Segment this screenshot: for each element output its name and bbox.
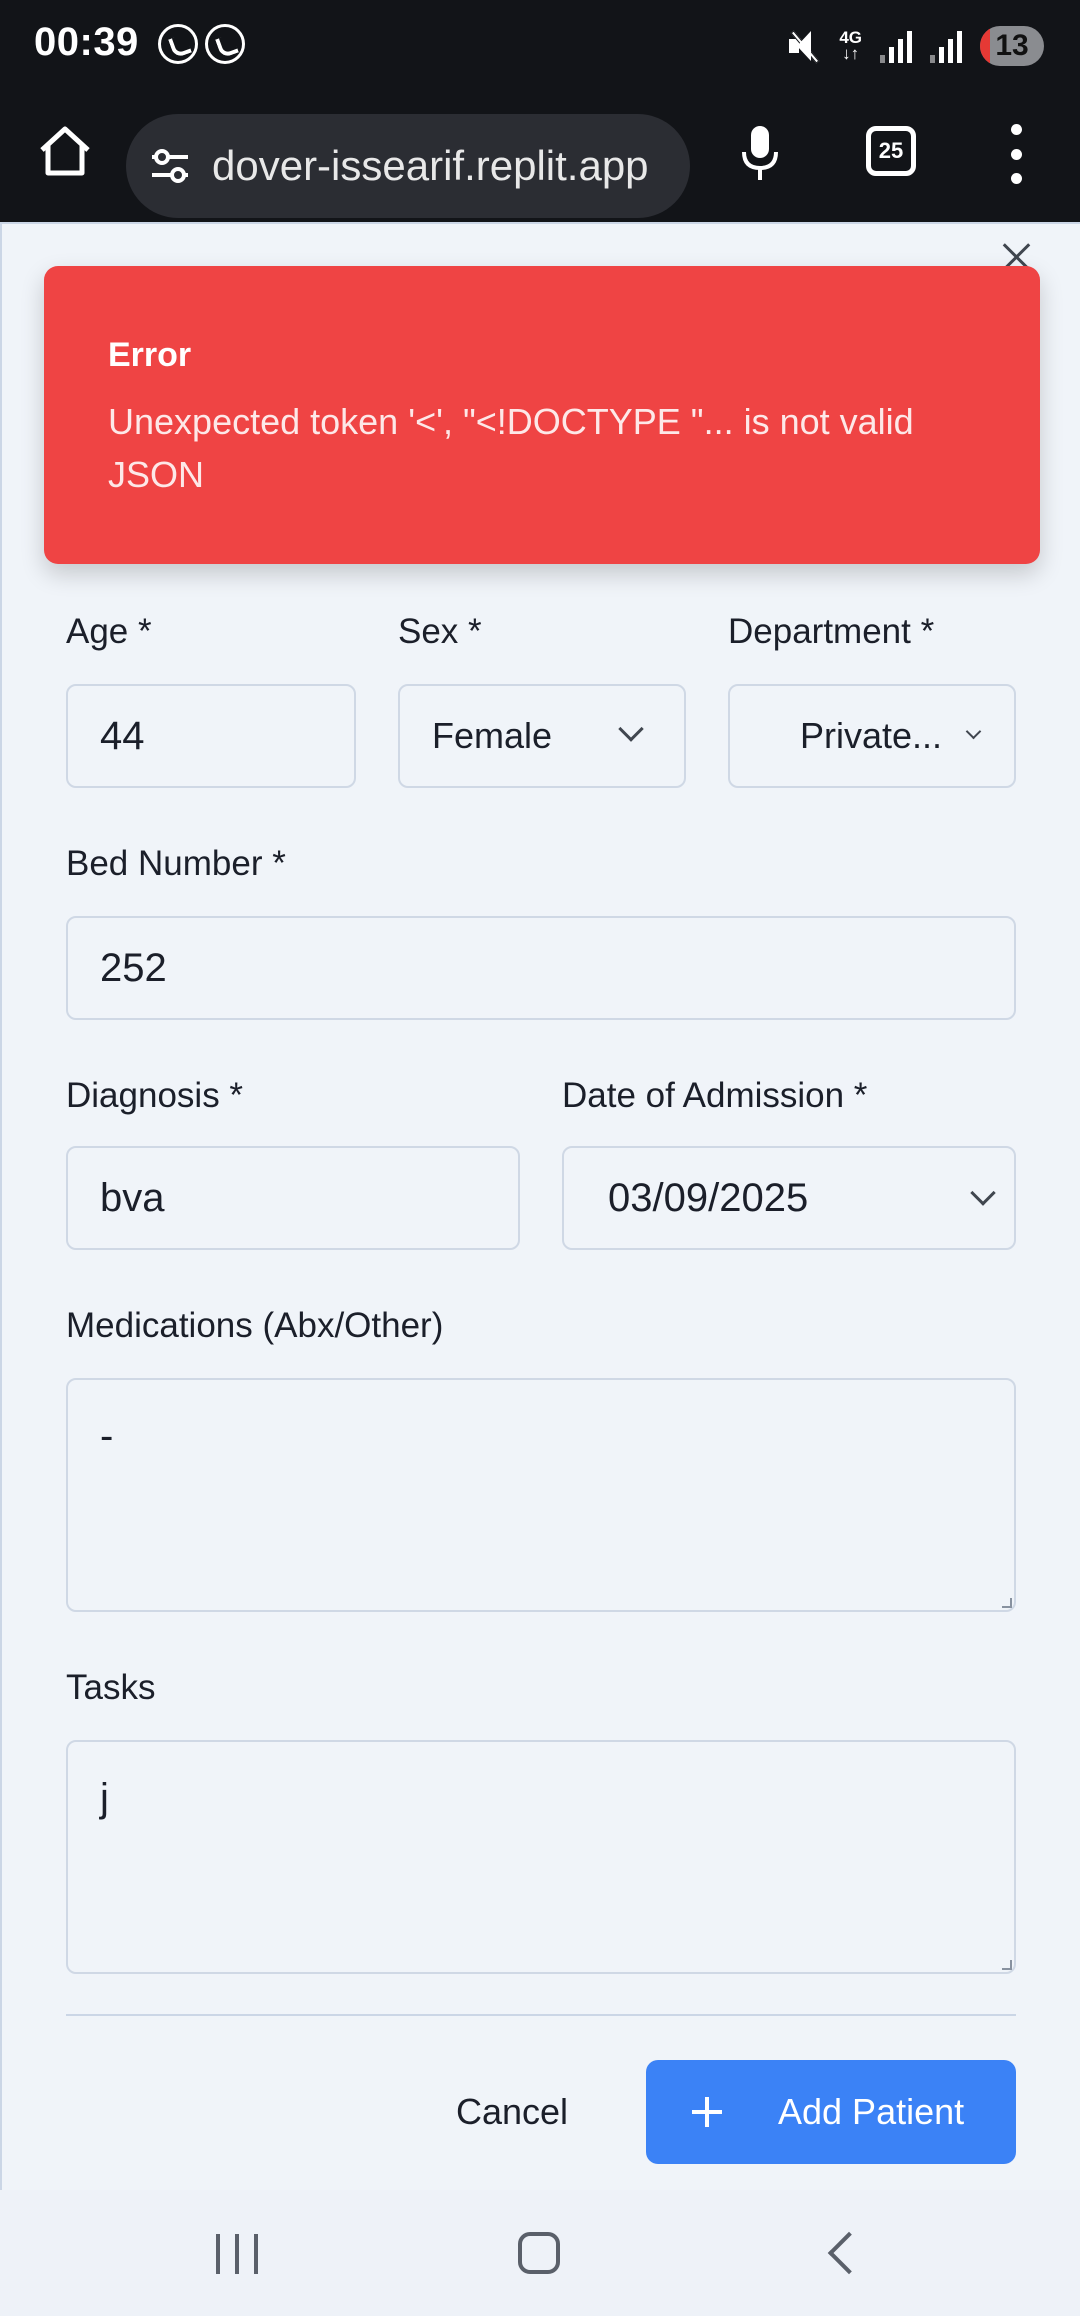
sex-select[interactable]: Female: [398, 684, 686, 788]
home-button-icon[interactable]: [518, 2232, 560, 2274]
divider: [66, 2014, 1016, 2016]
viber-icon: [158, 24, 198, 64]
browser-toolbar: dover-issearif.replit.app 25: [0, 94, 1080, 222]
error-toast: Error Unexpected token '<', "<!DOCTYPE "…: [44, 266, 1040, 564]
cancel-button[interactable]: Cancel: [422, 2060, 602, 2164]
status-bar: 00:39 4G ↓↑ 13: [0, 0, 1080, 94]
diagnosis-label: Diagnosis *: [66, 1076, 244, 1115]
date-of-admission-label: Date of Admission *: [562, 1076, 868, 1115]
mute-icon: [787, 29, 821, 64]
bed-number-input[interactable]: 252: [66, 916, 1016, 1020]
tasks-textarea[interactable]: j: [66, 1740, 1016, 1974]
more-menu-icon[interactable]: [1008, 124, 1024, 184]
address-bar[interactable]: dover-issearif.replit.app: [126, 114, 690, 218]
date-of-admission-value: 03/09/2025: [608, 1175, 809, 1220]
tabs-icon[interactable]: 25: [866, 126, 916, 176]
diagnosis-value: bva: [100, 1175, 165, 1220]
status-icons: 4G ↓↑ 13: [787, 22, 1044, 70]
system-nav-bar: [0, 2190, 1080, 2316]
sex-label: Sex *: [398, 612, 482, 651]
age-value: 44: [100, 713, 145, 758]
age-input[interactable]: 44: [66, 684, 356, 788]
add-patient-button[interactable]: Add Patient: [646, 2060, 1016, 2164]
bed-number-value: 252: [100, 945, 167, 990]
network-type: 4G ↓↑: [839, 28, 862, 63]
medications-textarea[interactable]: -: [66, 1378, 1016, 1612]
chevron-down-icon: [970, 1180, 996, 1206]
viber-icon: [205, 24, 245, 64]
mic-icon[interactable]: [740, 124, 780, 184]
battery-badge: 13: [980, 26, 1044, 66]
status-time: 00:39: [34, 20, 139, 64]
resize-handle[interactable]: [1002, 1960, 1012, 1970]
department-value: Private...: [800, 715, 943, 756]
department-label: Department *: [728, 612, 935, 651]
sex-value: Female: [432, 715, 553, 756]
home-icon[interactable]: [36, 122, 94, 180]
toast-title: Error: [108, 336, 192, 374]
age-label: Age *: [66, 612, 152, 651]
tune-icon[interactable]: [148, 144, 192, 188]
tasks-label: Tasks: [66, 1668, 156, 1707]
page-content: Error Unexpected token '<', "<!DOCTYPE "…: [0, 222, 1080, 2190]
add-patient-label: Add Patient: [778, 2091, 965, 2132]
tasks-value: j: [100, 1776, 109, 1820]
plus-icon: [692, 2097, 722, 2127]
back-icon[interactable]: [827, 2231, 871, 2275]
signal-icon: [930, 29, 962, 63]
chevron-down-icon: [965, 723, 982, 740]
medications-label: Medications (Abx/Other): [66, 1306, 444, 1345]
chevron-down-icon: [618, 716, 644, 742]
medications-value: -: [100, 1414, 114, 1458]
signal-icon: [880, 29, 912, 63]
url-text[interactable]: dover-issearif.replit.app: [212, 142, 682, 190]
date-of-admission-input[interactable]: 03/09/2025: [562, 1146, 1016, 1250]
diagnosis-input[interactable]: bva: [66, 1146, 520, 1250]
department-select[interactable]: Private...: [728, 684, 1016, 788]
resize-handle[interactable]: [1002, 1598, 1012, 1608]
toast-message: Unexpected token '<', "<!DOCTYPE "... is…: [108, 401, 914, 495]
bed-number-label: Bed Number *: [66, 844, 286, 883]
recents-icon[interactable]: [216, 2234, 258, 2274]
